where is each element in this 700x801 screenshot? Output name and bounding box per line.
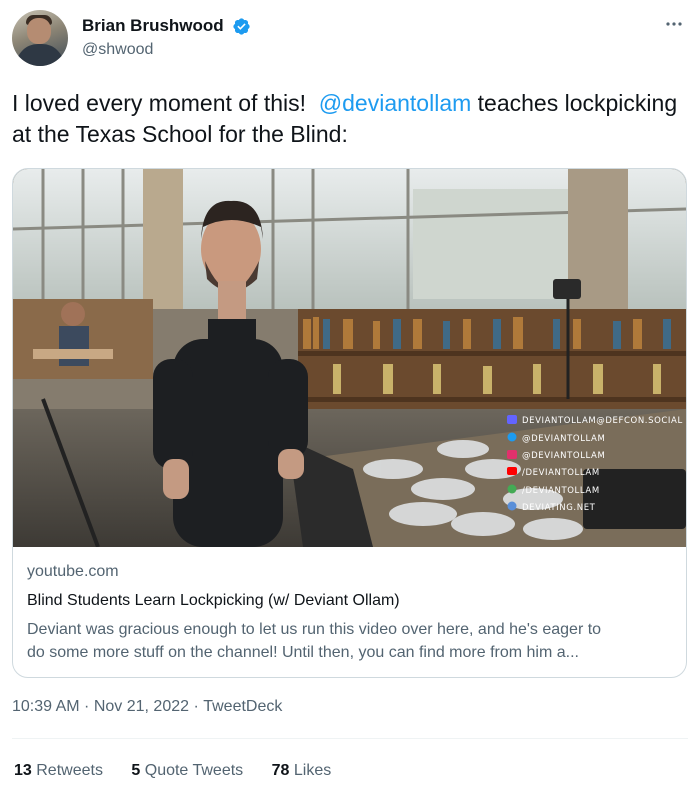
tweet-header: Brian Brushwood @shwood — [12, 10, 688, 70]
quotes-count: 5 — [131, 762, 141, 779]
card-description-line1: Deviant was gracious enough to let us ru… — [27, 621, 602, 638]
tweet-source[interactable]: TweetDeck — [203, 698, 282, 715]
separator: · — [189, 698, 204, 715]
retweets-label: Retweets — [31, 762, 103, 779]
quote-tweets-stat[interactable]: 5 Quote Tweets — [131, 762, 243, 780]
overlay-twitter: @DEVIANTOLLAM — [522, 434, 605, 444]
quotes-label: Quote Tweets — [140, 762, 244, 779]
likes-label: Likes — [289, 762, 332, 779]
retweets-stat[interactable]: 13 Retweets — [14, 762, 103, 780]
likes-stat[interactable]: 78 Likes — [272, 762, 332, 780]
video-thumbnail-image: DEVIANTOLLAM@DEFCON.SOCIAL @DEVIANTOLLAM… — [13, 169, 686, 547]
separator: · — [79, 698, 94, 715]
tweet-text-start: I loved every moment of this! — [12, 90, 319, 116]
avatar[interactable] — [12, 10, 68, 66]
video-thumbnail[interactable]: DEVIANTOLLAM@DEFCON.SOCIAL @DEVIANTOLLAM… — [13, 169, 686, 547]
card-description-line2: do some more stuff on the channel! Until… — [27, 644, 579, 661]
likes-count: 78 — [271, 762, 290, 779]
card-domain: youtube.com — [27, 563, 119, 580]
tweet-date[interactable]: Nov 21, 2022 — [94, 698, 189, 715]
mention-link[interactable]: @deviantollam — [319, 90, 471, 116]
overlay-instagram: @DEVIANTOLLAM — [522, 451, 605, 461]
author-block[interactable]: Brian Brushwood @shwood — [82, 16, 251, 59]
card-meta[interactable]: youtube.com Blind Students Learn Lockpic… — [27, 563, 672, 664]
overlay-mastodon: DEVIANTOLLAM@DEFCON.SOCIAL — [522, 416, 683, 426]
overlay-youtube: /DEVIANTOLLAM — [522, 468, 600, 478]
user-handle[interactable]: @shwood — [82, 41, 251, 59]
divider — [12, 738, 688, 739]
card-description: Deviant was gracious enough to let us ru… — [27, 618, 672, 664]
tweet-time[interactable]: 10:39 AM — [12, 698, 80, 715]
card-title: Blind Students Learn Lockpicking (w/ Dev… — [27, 592, 400, 609]
engagement-stats: 13 Retweets 5 Quote Tweets 78 Likes — [14, 762, 355, 780]
verified-badge-icon — [233, 17, 250, 35]
more-options-icon[interactable] — [664, 14, 684, 34]
link-card[interactable]: DEVIANTOLLAM@DEFCON.SOCIAL @DEVIANTOLLAM… — [12, 168, 687, 678]
tweet-text: I loved every moment of this! @deviantol… — [12, 88, 688, 150]
retweets-count: 13 — [14, 762, 32, 779]
overlay-web: DEVIATING.NET — [522, 503, 596, 513]
timestamp-row: 10:39 AM · Nov 21, 2022 · TweetDeck — [12, 698, 282, 716]
overlay-github: /DEVIANTOLLAM — [522, 486, 600, 496]
display-name[interactable]: Brian Brushwood — [82, 16, 224, 36]
